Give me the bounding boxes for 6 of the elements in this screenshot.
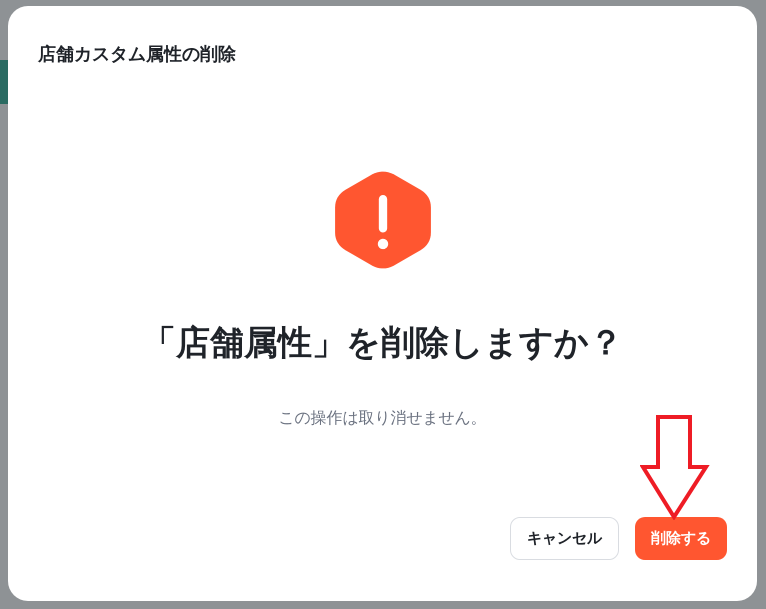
dialog-title: 店舗カスタム属性の削除 bbox=[38, 43, 236, 66]
confirm-heading: 「店舗属性」を削除しますか？ bbox=[142, 322, 623, 365]
cancel-button[interactable]: キャンセル bbox=[510, 517, 619, 560]
confirm-message: この操作は取り消せません。 bbox=[278, 408, 486, 429]
tag-background bbox=[0, 60, 8, 104]
warning-icon bbox=[332, 170, 432, 270]
